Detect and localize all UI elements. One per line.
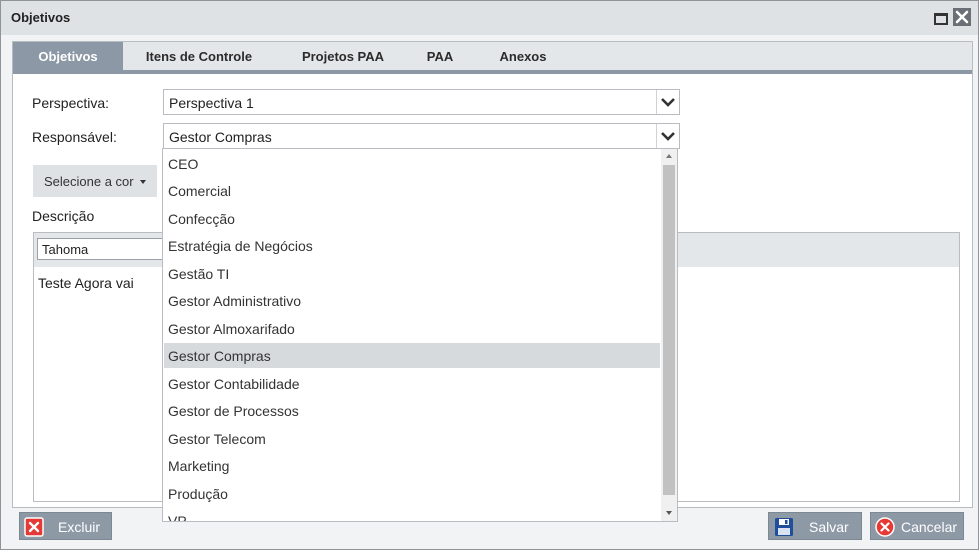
- perspectiva-value: Perspectiva 1: [169, 95, 254, 111]
- dialog-title: Objetivos: [11, 10, 71, 25]
- list-item[interactable]: CEO: [164, 151, 660, 176]
- delete-label: Excluir: [58, 519, 101, 535]
- list-item[interactable]: Marketing: [164, 453, 660, 478]
- responsavel-dropdown-arrow[interactable]: [656, 124, 679, 148]
- title-bar[interactable]: Objetivos: [1, 1, 978, 35]
- list-item[interactable]: Gestor Telecom: [164, 426, 660, 451]
- chevron-down-icon: [661, 98, 675, 107]
- list-item[interactable]: Gestor Contabilidade: [164, 371, 660, 396]
- dropdown-scrollbar[interactable]: [661, 149, 677, 521]
- scrollbar-thumb[interactable]: [663, 165, 675, 495]
- delete-button[interactable]: Excluir: [19, 512, 112, 540]
- perspectiva-select[interactable]: Perspectiva 1: [163, 89, 680, 115]
- caret-down-icon: [140, 180, 146, 184]
- scroll-down-icon[interactable]: [666, 511, 672, 515]
- chevron-down-icon: [661, 132, 675, 141]
- cancel-button[interactable]: Cancelar: [870, 512, 964, 540]
- responsavel-label: Responsável:: [32, 129, 117, 145]
- tab-itens-de-controle[interactable]: Itens de Controle: [133, 42, 265, 70]
- list-item[interactable]: Gestor Almoxarifado: [164, 316, 660, 341]
- restore-button[interactable]: [931, 8, 949, 26]
- responsavel-value: Gestor Compras: [169, 129, 272, 145]
- color-picker-button[interactable]: Selecione a cor: [33, 165, 157, 197]
- list-item[interactable]: Produção: [164, 481, 660, 506]
- list-item[interactable]: Confecção: [164, 206, 660, 231]
- save-label: Salvar: [809, 519, 849, 535]
- save-button[interactable]: Salvar: [768, 512, 862, 540]
- perspectiva-label: Perspectiva:: [32, 95, 110, 111]
- close-button[interactable]: [953, 8, 971, 26]
- tab-projetos-paa[interactable]: Projetos PAA: [288, 42, 398, 70]
- list-item[interactable]: VP: [164, 508, 660, 521]
- close-icon: [955, 10, 969, 24]
- scroll-up-icon[interactable]: [666, 154, 672, 158]
- perspectiva-dropdown-arrow[interactable]: [656, 90, 679, 114]
- list-item-selected[interactable]: Gestor Compras: [164, 343, 660, 368]
- list-item[interactable]: Gestor de Processos: [164, 398, 660, 423]
- descricao-label: Descrição: [32, 208, 95, 224]
- tab-anexos[interactable]: Anexos: [488, 42, 558, 70]
- tab-paa[interactable]: PAA: [415, 42, 465, 70]
- cancel-icon: [875, 517, 895, 537]
- list-item[interactable]: Comercial: [164, 178, 660, 203]
- restore-icon: [934, 13, 948, 25]
- responsavel-dropdown-list: CEO Comercial Confecção Estratégia de Ne…: [162, 148, 678, 522]
- list-item[interactable]: Gestor Administrativo: [164, 288, 660, 313]
- responsavel-select[interactable]: Gestor Compras: [163, 123, 680, 149]
- delete-icon: [24, 517, 44, 537]
- editor-content[interactable]: Teste Agora vai: [38, 275, 134, 291]
- color-picker-label: Selecione a cor: [44, 174, 134, 189]
- floppy-disk-icon: [775, 518, 793, 536]
- list-item[interactable]: Estratégia de Negócios: [164, 233, 660, 258]
- font-family-select[interactable]: Tahoma: [37, 238, 167, 260]
- tab-objetivos[interactable]: Objetivos: [13, 42, 123, 70]
- cancel-label: Cancelar: [901, 519, 958, 535]
- list-item[interactable]: Gestão TI: [164, 261, 660, 286]
- tab-bar: Objetivos Itens de Controle Projetos PAA…: [13, 42, 972, 74]
